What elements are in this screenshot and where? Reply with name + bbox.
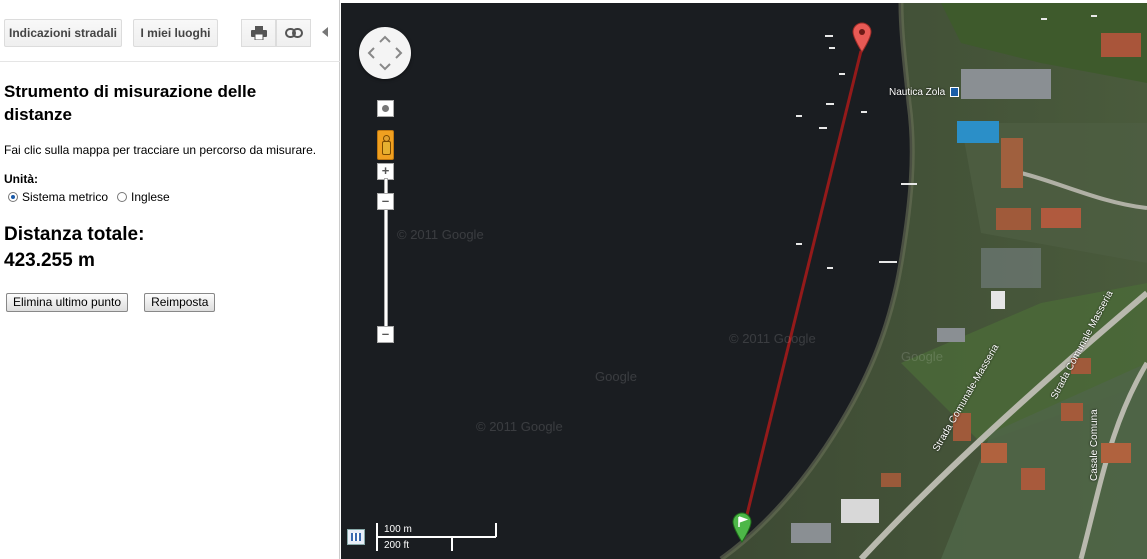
print-icon	[250, 26, 267, 40]
place-label[interactable]: Nautica Zola	[889, 87, 959, 98]
metric-radio[interactable]	[8, 192, 18, 202]
dot-icon	[382, 105, 389, 112]
delete-last-point-button[interactable]: Elimina ultimo punto	[6, 293, 129, 312]
panel-actions: Elimina ultimo punto Reimposta	[4, 293, 324, 312]
satellite-imagery	[341, 3, 1147, 559]
panel-description: Fai clic sulla mappa per tracciare un pe…	[4, 143, 317, 157]
pan-control[interactable]	[359, 27, 411, 79]
map-watermark: © 2011 Google	[729, 331, 816, 346]
metric-radio-label[interactable]: Sistema metrico	[22, 190, 108, 204]
total-distance-label: Distanza totale:	[4, 224, 145, 245]
scale-imperial-label: 200 ft	[384, 540, 410, 551]
scale-metric-label: 100 m	[384, 524, 412, 535]
map-type-icon[interactable]	[347, 529, 365, 545]
left-panel: Indicazioni stradali I miei luoghi Strum…	[0, 0, 340, 559]
road-label: Casale Comuna	[1089, 409, 1100, 481]
panel-title: Strumento di misurazione delle distanze	[4, 82, 257, 124]
my-places-button[interactable]: I miei luoghi	[133, 19, 218, 47]
link-icon	[284, 28, 303, 38]
print-button[interactable]	[241, 19, 276, 47]
link-button[interactable]	[276, 19, 311, 47]
zoom-slider-handle[interactable]: –	[377, 193, 394, 210]
map-canvas[interactable]: © 2011 Google © 2011 Google © 2011 Googl…	[341, 3, 1147, 559]
map-watermark: Google	[595, 369, 637, 384]
units-label: Unità:	[4, 172, 38, 186]
pegman-icon[interactable]	[377, 130, 394, 160]
end-marker-icon[interactable]	[851, 21, 873, 53]
directions-button[interactable]: Indicazioni stradali	[4, 19, 122, 47]
imperial-radio[interactable]	[117, 192, 128, 202]
map-watermark: © 2011 Google	[476, 419, 563, 434]
imperial-radio-label[interactable]: Inglese	[131, 190, 170, 204]
map-watermark: © 2011 Google	[397, 227, 484, 242]
zoom-out-button[interactable]: –	[377, 326, 394, 343]
fuel-icon	[949, 87, 959, 98]
reset-button[interactable]: Reimposta	[144, 293, 216, 312]
start-marker-icon[interactable]	[731, 511, 753, 543]
map-watermark: Google	[901, 349, 943, 364]
map-scale: 100 m 200 ft	[376, 521, 501, 554]
top-toolbar: Indicazioni stradali I miei luoghi	[0, 0, 340, 62]
zoom-reset-button[interactable]	[377, 100, 394, 117]
total-distance-value: 423.255 m	[4, 250, 95, 271]
distance-tool-panel: Strumento di misurazione delle distanze …	[4, 80, 324, 312]
units-radio-group: Sistema metrico Inglese	[4, 190, 324, 204]
pan-arrows-icon	[367, 35, 403, 71]
collapse-panel-icon[interactable]	[322, 27, 328, 37]
